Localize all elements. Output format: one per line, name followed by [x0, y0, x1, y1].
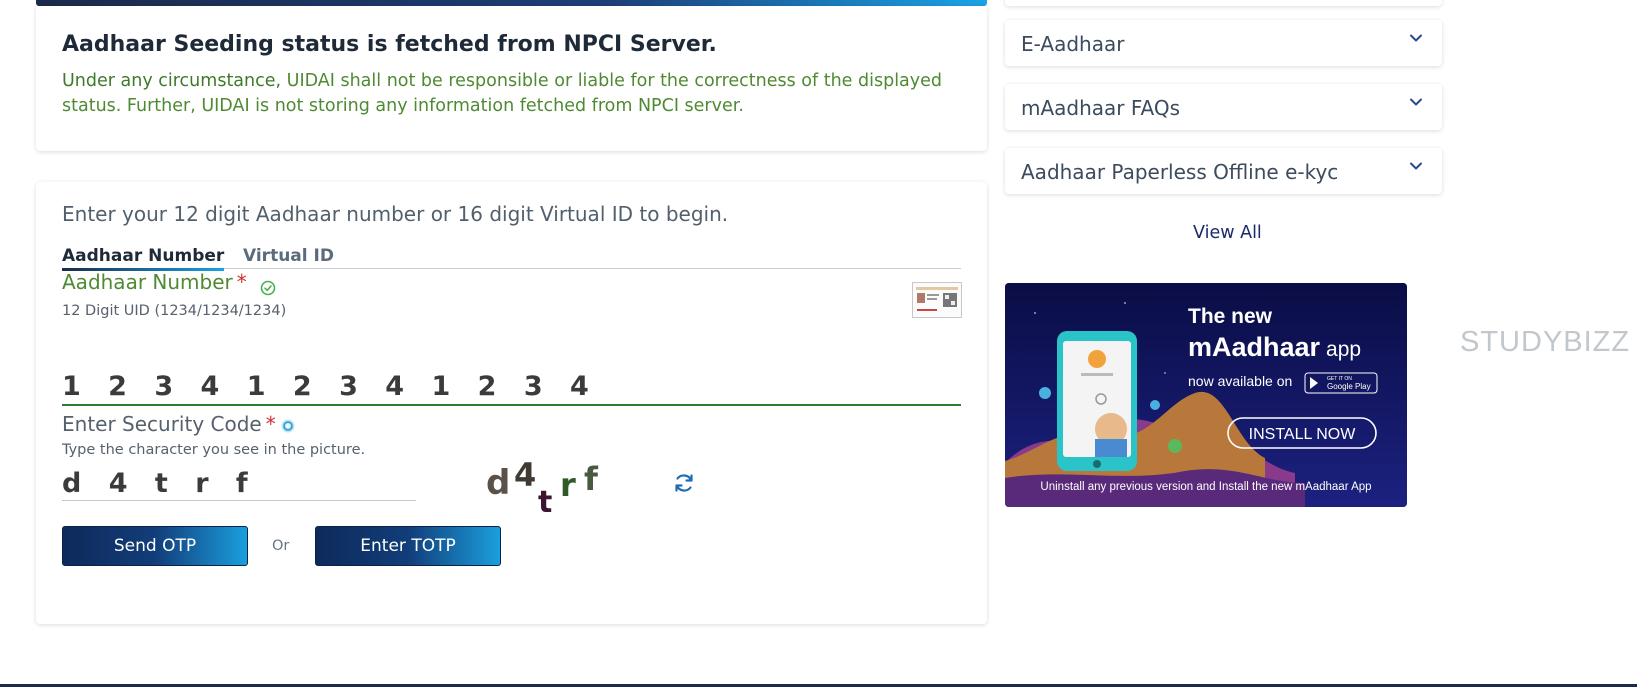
notice-text-part1: Under any circumstance, [62, 71, 287, 91]
chevron-down-icon [1410, 98, 1422, 106]
tab-aadhaar-number[interactable]: Aadhaar Number [62, 246, 225, 271]
aadhaar-number-label-text: Aadhaar Number [62, 270, 233, 294]
banner-line3: now available on [1188, 373, 1292, 389]
aadhaar-card-thumbnail [912, 282, 962, 318]
accordion-item-maadhaar-faqs[interactable]: mAadhaar FAQs [1005, 84, 1442, 130]
install-now-button[interactable]: INSTALL NOW [1249, 426, 1357, 443]
chevron-down-icon [1410, 34, 1422, 42]
banner-line1: The new [1188, 305, 1273, 328]
notice-title: Aadhaar Seeding status is fetched from N… [62, 32, 717, 57]
send-otp-button[interactable]: Send OTP [62, 526, 248, 566]
banner-footer: Uninstall any previous version and Insta… [1040, 481, 1371, 493]
accordion-label: Aadhaar Paperless Offline e-kyc [1021, 160, 1339, 184]
refresh-captcha-icon[interactable] [672, 471, 696, 495]
loading-indicator-icon [281, 419, 295, 433]
store-badge-big: Google Play [1327, 382, 1371, 391]
required-mark: * [236, 270, 247, 294]
required-mark: * [265, 412, 276, 436]
accordion-label: E-Aadhaar [1021, 32, 1125, 56]
captcha-image: d 4 t r f [486, 460, 599, 520]
notice-card: Aadhaar Seeding status is fetched from N… [36, 6, 987, 151]
aadhaar-number-input[interactable] [62, 368, 961, 406]
accordion-item-offline-ekyc[interactable]: Aadhaar Paperless Offline e-kyc [1005, 148, 1442, 194]
chevron-down-icon [1410, 162, 1422, 170]
or-separator: Or [272, 538, 290, 554]
maadhaar-promo-banner[interactable]: The new mAadhaar app now available on GET… [1005, 283, 1407, 507]
captcha-char: 4 [514, 460, 536, 494]
notice-text: Under any circumstance, UIDAI shall not … [62, 69, 942, 119]
form-intro: Enter your 12 digit Aadhaar number or 16… [62, 202, 729, 226]
view-all-link[interactable]: View All [1193, 223, 1262, 243]
aadhaar-number-label: Aadhaar Number * [62, 270, 247, 294]
security-code-label-text: Enter Security Code [62, 412, 262, 436]
accordion-item-e-aadhaar[interactable]: E-Aadhaar [1005, 20, 1442, 66]
captcha-char: t [538, 485, 552, 520]
check-circle-icon [260, 280, 276, 296]
security-code-label: Enter Security Code * [62, 412, 276, 436]
captcha-char: r [560, 466, 576, 504]
tab-virtual-id[interactable]: Virtual ID [243, 246, 334, 266]
security-code-hint: Type the character you see in the pictur… [62, 442, 366, 458]
captcha-char: d [486, 463, 510, 503]
aadhaar-form-card: Enter your 12 digit Aadhaar number or 16… [36, 182, 987, 624]
security-code-input[interactable] [62, 466, 416, 501]
banner-line2-rest: app [1326, 338, 1361, 361]
studybizz-watermark: STUDYBIZZ [1460, 326, 1631, 358]
banner-line2-bold: mAadhaar [1188, 332, 1321, 362]
accordion-item-partial[interactable] [1005, 0, 1442, 6]
enter-totp-button[interactable]: Enter TOTP [315, 526, 501, 566]
id-type-tabs: Aadhaar Number Virtual ID [62, 246, 961, 271]
accordion-label: mAadhaar FAQs [1021, 96, 1181, 120]
captcha-char: f [584, 460, 599, 498]
aadhaar-number-hint: 12 Digit UID (1234/1234/1234) [62, 303, 287, 319]
